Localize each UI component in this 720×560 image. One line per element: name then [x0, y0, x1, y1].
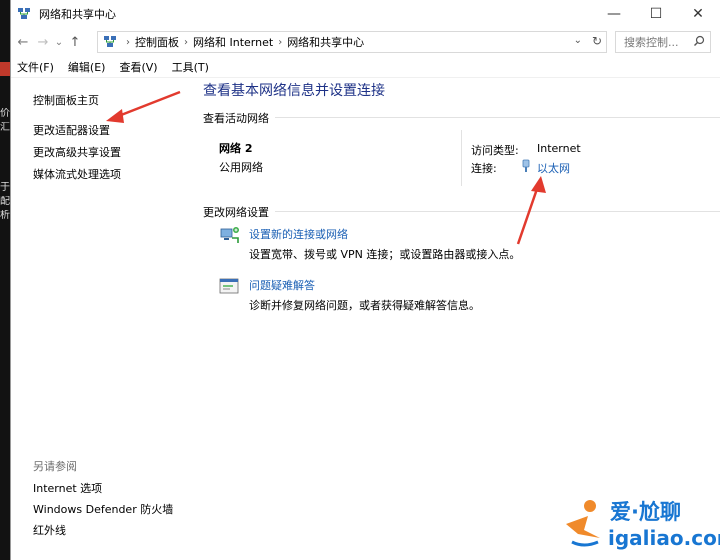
see-also-link-internet-options[interactable]: Internet 选项: [33, 480, 102, 496]
ethernet-icon[interactable]: [521, 159, 531, 176]
watermark-logo-icon: [566, 500, 600, 547]
sidebar-link-change-adapter-settings[interactable]: 更改适配器设置: [33, 122, 110, 138]
section-heading-active-networks: 查看活动网络: [203, 112, 269, 125]
task-description-setup-new-connection: 设置宽带、拨号或 VPN 连接；或设置路由器或接入点。: [249, 248, 521, 261]
recent-locations-dropdown-icon[interactable]: ⌄: [53, 32, 65, 52]
breadcrumb-separator: ›: [126, 36, 130, 48]
see-also-link-infrared[interactable]: 红外线: [33, 522, 66, 538]
desktop-text-fragment: 价: [0, 108, 10, 119]
close-button[interactable]: ✕: [678, 0, 718, 28]
connections-label: 连接:: [471, 162, 497, 175]
troubleshoot-icon: [219, 276, 241, 296]
desktop-app-icon: [0, 62, 10, 76]
see-also-link-windows-defender-firewall[interactable]: Windows Defender 防火墙: [33, 501, 173, 517]
task-link-setup-new-connection[interactable]: 设置新的连接或网络: [249, 226, 348, 242]
menu-edit[interactable]: 编辑(E): [68, 59, 106, 75]
network-center-app-icon: [17, 7, 31, 21]
breadcrumb-separator: ›: [278, 36, 283, 48]
section-heading-change-network-settings: 更改网络设置: [203, 206, 269, 219]
search-input[interactable]: 搜索控制...: [615, 31, 711, 53]
control-panel-icon: [103, 35, 117, 49]
desktop-text-fragment: 析: [0, 210, 10, 221]
see-also-heading: 另请参阅: [33, 460, 77, 473]
window-title: 网络和共享中心: [39, 8, 116, 21]
access-type-label: 访问类型:: [471, 144, 519, 157]
network-profile-type: 公用网络: [219, 161, 263, 174]
search-icon: [693, 35, 705, 50]
watermark-url: igaliao.com: [608, 526, 720, 550]
desktop-background: 价 汇 于 配 析: [0, 0, 10, 560]
desktop-text-fragment: 配: [0, 196, 10, 207]
section-divider: [275, 117, 720, 118]
page-title: 查看基本网络信息并设置连接: [203, 83, 385, 99]
section-divider: [275, 211, 720, 212]
ethernet-connection-link[interactable]: 以太网: [537, 160, 570, 176]
navigation-bar: ← → ⌄ ↑ › 控制面板 › 网络和 Internet › 网络和共享中心 …: [11, 28, 720, 56]
task-description-troubleshoot-problems: 诊断并修复网络问题，或者获得疑难解答信息。: [249, 299, 480, 312]
breadcrumb-separator: ›: [184, 36, 188, 48]
breadcrumb-network-internet[interactable]: 网络和 Internet: [193, 34, 273, 50]
maximize-button[interactable]: ☐: [636, 0, 676, 28]
menu-tools[interactable]: 工具(T): [172, 59, 209, 75]
address-bar[interactable]: › 控制面板 › 网络和 Internet › 网络和共享中心 ⌄ ↻: [97, 31, 607, 53]
network-info-divider: [461, 130, 462, 186]
desktop-text-fragment: 于: [0, 182, 10, 193]
menu-bar: 文件(F) 编辑(E) 查看(V) 工具(T): [11, 56, 720, 78]
sidebar-link-control-panel-home[interactable]: 控制面板主页: [33, 92, 99, 108]
task-link-troubleshoot-problems[interactable]: 问题疑难解答: [249, 277, 315, 293]
search-placeholder: 搜索控制...: [624, 36, 679, 49]
sidebar: 控制面板主页 更改适配器设置 更改高级共享设置 媒体流式处理选项 另请参阅 In…: [11, 78, 187, 560]
back-arrow-icon[interactable]: ←: [13, 32, 33, 52]
menu-view[interactable]: 查看(V): [119, 59, 157, 75]
forward-arrow-icon[interactable]: →: [33, 32, 53, 52]
breadcrumb-network-sharing-center[interactable]: 网络和共享中心: [287, 34, 364, 50]
address-history-dropdown-icon[interactable]: ⌄: [574, 35, 582, 46]
access-type-value: Internet: [537, 142, 581, 155]
breadcrumb-control-panel[interactable]: 控制面板: [135, 34, 179, 50]
new-connection-icon: [219, 226, 241, 246]
network-name: 网络 2: [219, 142, 253, 155]
network-sharing-center-window: 网络和共享中心 — ☐ ✕ ← → ⌄ ↑ › 控制面板 › 网络和 Inter…: [10, 0, 720, 560]
up-arrow-icon[interactable]: ↑: [65, 32, 85, 52]
refresh-icon[interactable]: ↻: [592, 34, 602, 48]
site-watermark: 爱·尬聊 igaliao.com: [560, 488, 720, 560]
sidebar-link-advanced-sharing-settings[interactable]: 更改高级共享设置: [33, 144, 121, 160]
menu-file[interactable]: 文件(F): [17, 59, 54, 75]
desktop-text-fragment: 汇: [0, 122, 10, 133]
title-bar[interactable]: 网络和共享中心 — ☐ ✕: [11, 0, 720, 28]
watermark-brand-name: 爱·尬聊: [610, 500, 681, 524]
sidebar-link-media-streaming-options[interactable]: 媒体流式处理选项: [33, 166, 121, 182]
minimize-button[interactable]: —: [594, 0, 634, 28]
